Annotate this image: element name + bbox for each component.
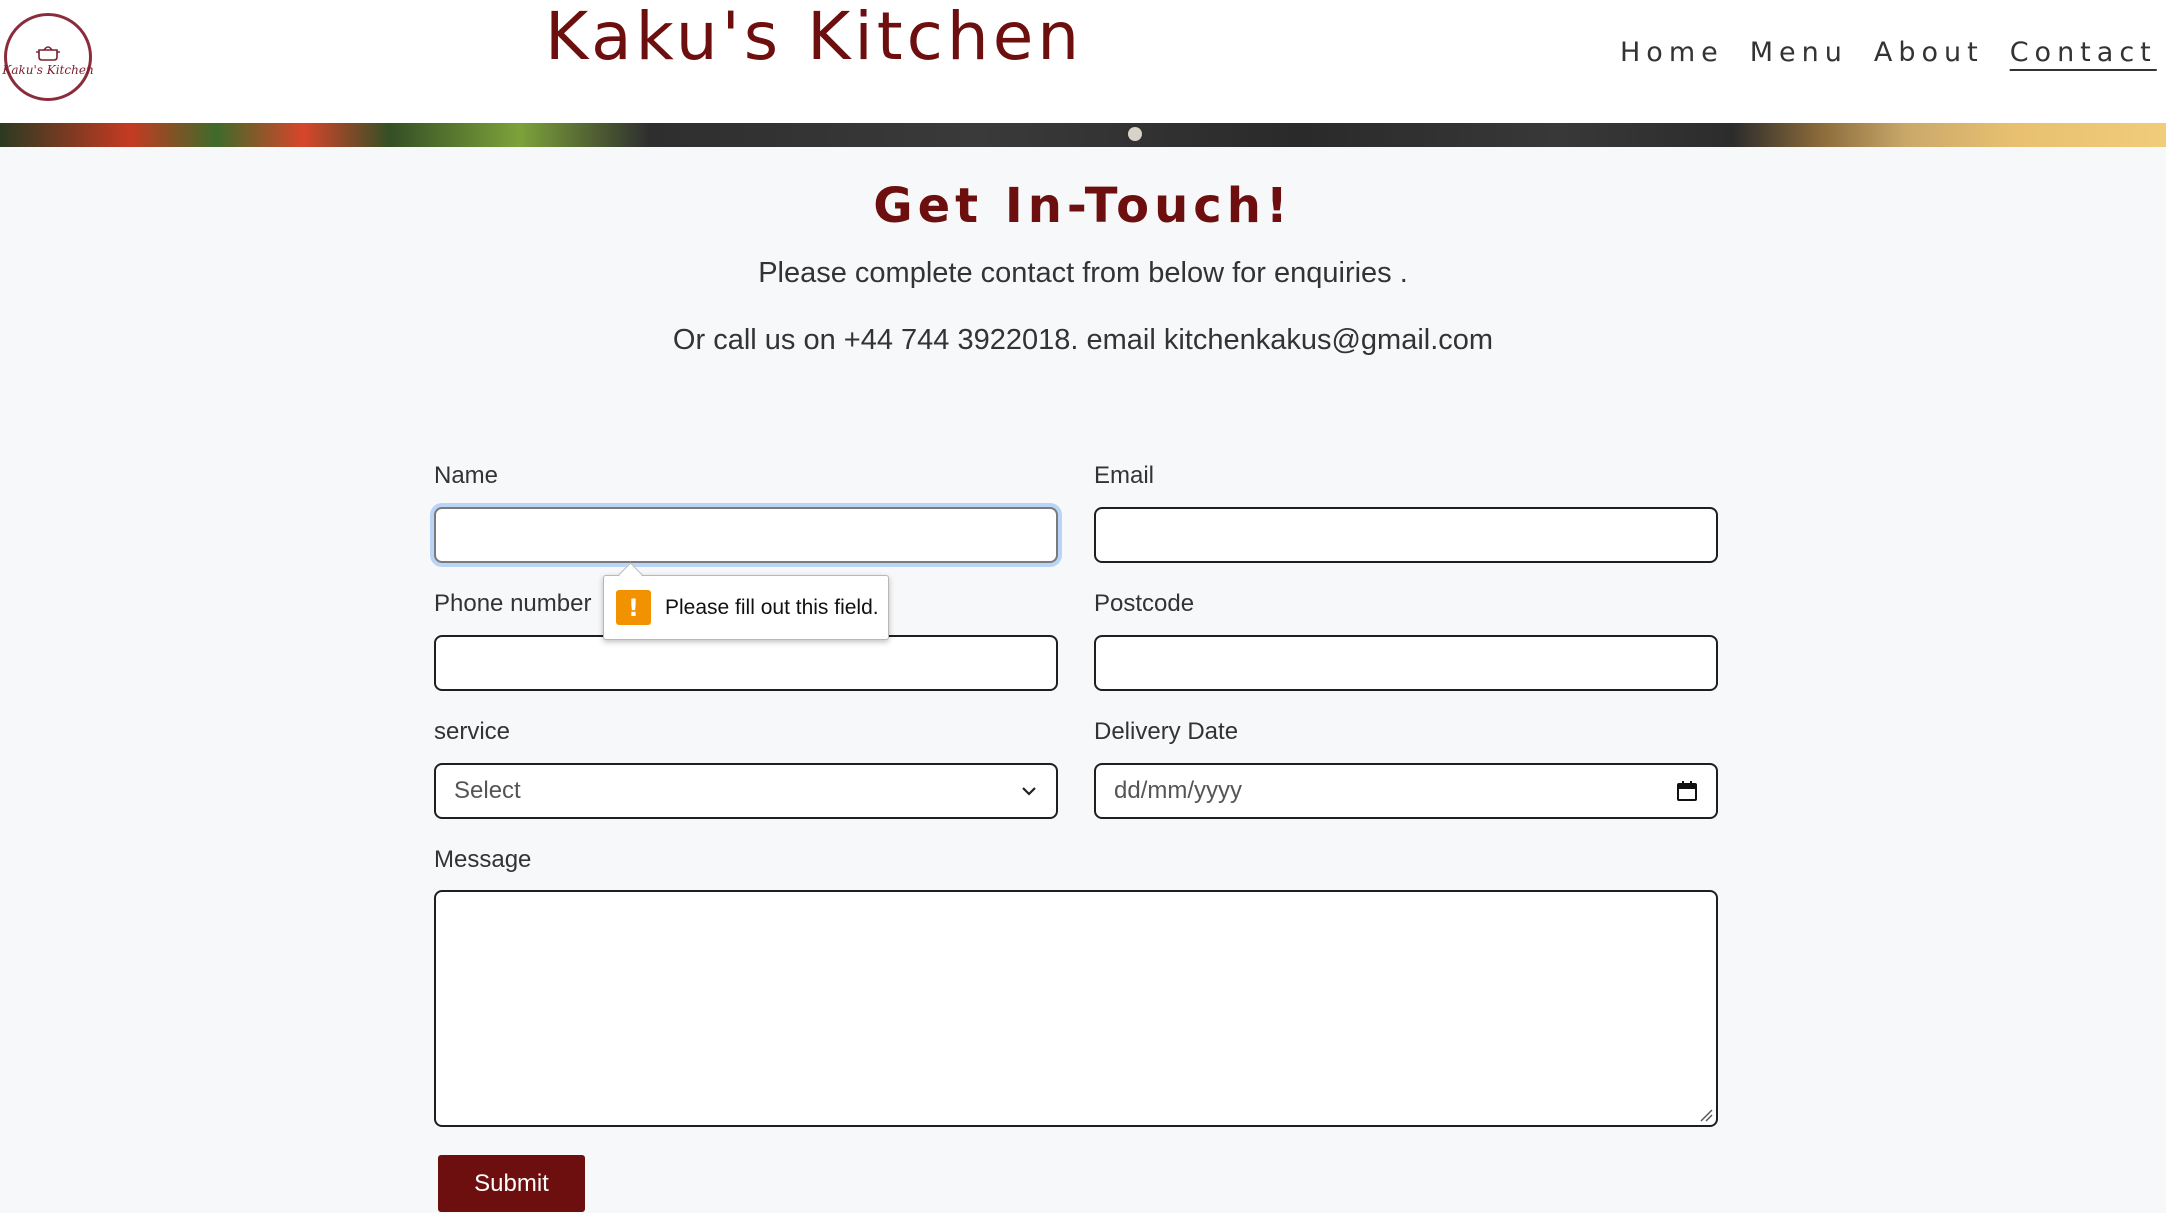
name-input[interactable]	[434, 507, 1058, 563]
calendar-icon[interactable]	[1676, 780, 1698, 802]
validation-tooltip: ! Please fill out this field.	[603, 575, 889, 640]
warning-icon: !	[616, 590, 651, 625]
banner-decoration	[1128, 127, 1142, 141]
delivery-date-placeholder: dd/mm/yyyy	[1114, 777, 1243, 804]
validation-message: Please fill out this field.	[665, 595, 879, 619]
logo-ring-text	[17, 24, 79, 44]
delivery-date-label: Delivery Date	[1094, 718, 1239, 745]
service-select[interactable]: Select	[434, 763, 1058, 819]
chevron-down-icon	[1022, 787, 1036, 796]
service-selected-value: Select	[454, 777, 521, 804]
service-label: service	[434, 718, 511, 745]
phone-input[interactable]	[434, 635, 1058, 691]
nav-about[interactable]: About	[1874, 34, 1984, 74]
email-label: Email	[1094, 462, 1155, 489]
logo-text: Kaku's Kitchen	[2, 63, 94, 77]
message-textarea[interactable]	[434, 890, 1718, 1127]
phone-label: Phone number	[434, 590, 592, 617]
page-heading: Get In-Touch!	[873, 178, 1293, 234]
email-input[interactable]	[1094, 507, 1718, 563]
message-label: Message	[434, 846, 532, 873]
hero-banner-image	[0, 123, 2166, 147]
main-nav: Home Menu About Contact	[1620, 34, 2157, 74]
name-label: Name	[434, 462, 499, 489]
logo[interactable]: Kaku's Kitchen	[2, 13, 94, 101]
site-header: Kaku's Kitchen Kaku's Kitchen Home Menu …	[0, 0, 2166, 123]
intro-text: Please complete contact from below for e…	[758, 257, 1408, 289]
postcode-label: Postcode	[1094, 590, 1195, 617]
nav-home[interactable]: Home	[1620, 34, 1724, 74]
nav-menu[interactable]: Menu	[1750, 34, 1848, 74]
cooking-pot-icon	[36, 46, 60, 61]
resize-grip-icon[interactable]	[1699, 1108, 1713, 1122]
nav-contact[interactable]: Contact	[2010, 34, 2157, 74]
delivery-date-input[interactable]: dd/mm/yyyy	[1094, 763, 1718, 819]
contact-details: Or call us on +44 744 3922018. email kit…	[672, 324, 1494, 356]
postcode-input[interactable]	[1094, 635, 1718, 691]
site-title: Kaku's Kitchen	[545, 0, 1084, 75]
submit-button[interactable]: Submit	[438, 1155, 585, 1212]
